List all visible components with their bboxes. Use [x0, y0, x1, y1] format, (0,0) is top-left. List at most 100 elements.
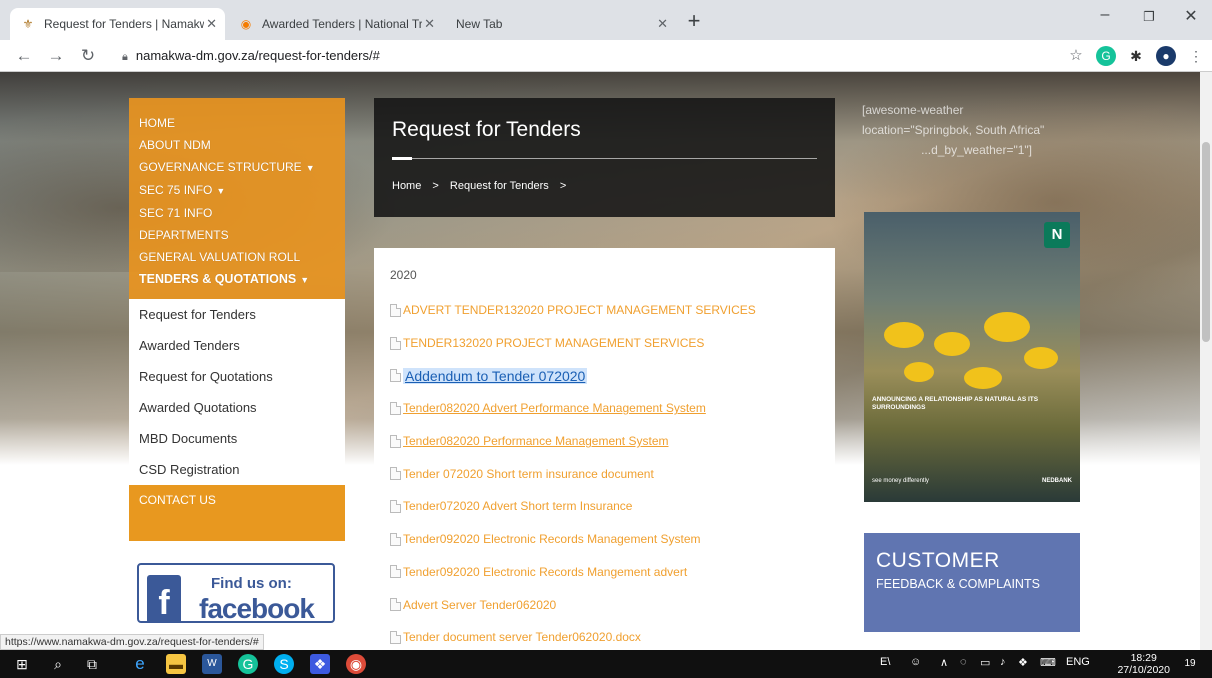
back-arrow-icon[interactable]: ← [12, 44, 36, 68]
edge-browser-icon[interactable]: e [130, 654, 150, 674]
file-document-icon [390, 303, 401, 317]
network-icon[interactable]: ◌ [960, 656, 967, 668]
lock-icon[interactable]: 🔒︎ [122, 51, 128, 63]
tab-new-tab[interactable]: New Tab ✕ [446, 8, 676, 40]
document-link-label[interactable]: Tender092020 Electronic Records Mangemen… [403, 565, 687, 579]
profile-avatar[interactable]: ● [1156, 46, 1176, 66]
dropbox-app-icon[interactable]: ❖ [310, 654, 330, 674]
volume-icon[interactable]: ♪ [1000, 656, 1006, 668]
header-divider [392, 158, 817, 159]
document-link[interactable]: Addendum to Tender 072020 [390, 359, 819, 392]
document-link[interactable]: Tender 072020 Short term insurance docum… [390, 457, 819, 490]
battery-icon[interactable]: ▭ [980, 656, 990, 669]
file-document-icon [390, 630, 401, 644]
file-document-icon [390, 369, 401, 383]
url-field[interactable]: 🔒︎ namakwa-dm.gov.za/request-for-tenders/… [112, 43, 1092, 69]
breadcrumb-separator: > [432, 180, 439, 192]
document-link-label[interactable]: ADVERT TENDER132020 PROJECT MANAGEMENT S… [403, 303, 756, 317]
document-link[interactable]: Tender072020 Advert Short term Insurance [390, 490, 819, 523]
word-app-icon[interactable]: W [202, 654, 222, 674]
weather-line: ...d_by_weather="1"] [921, 143, 1032, 157]
facebook-badge[interactable]: f Find us on: facebook [137, 563, 335, 623]
subnav-request-for-tenders[interactable]: Request for Tenders [129, 299, 345, 330]
dropbox-tray-icon[interactable]: ❖ [1018, 656, 1028, 669]
document-link-label[interactable]: Tender072020 Advert Short term Insurance [403, 499, 632, 513]
page-scrollbar[interactable] [1200, 72, 1212, 650]
maximize-button[interactable]: ❐ [1126, 9, 1172, 25]
year-heading: 2020 [390, 268, 417, 282]
breadcrumb-current[interactable]: Request for Tenders [450, 180, 549, 192]
keyboard-icon[interactable]: ⌨ [1040, 656, 1056, 669]
document-link[interactable]: TENDER132020 PROJECT MANAGEMENT SERVICES [390, 327, 819, 360]
document-link-label[interactable]: TENDER132020 PROJECT MANAGEMENT SERVICES [403, 336, 704, 350]
facebook-logo-icon: f [147, 575, 181, 621]
new-tab-button[interactable]: + [680, 8, 708, 36]
breadcrumb-home[interactable]: Home [392, 180, 421, 192]
flower-shape [964, 367, 1002, 389]
language-indicator[interactable]: ENG [1066, 656, 1090, 668]
nav-item-home[interactable]: HOME [129, 112, 345, 134]
document-link[interactable]: Advert Server Tender062020 [390, 588, 819, 621]
people-icon[interactable]: ☺ [910, 656, 921, 668]
document-link[interactable]: Tender document server Tender062020.docx [390, 621, 819, 650]
subnav-awarded-tenders[interactable]: Awarded Tenders [129, 330, 345, 361]
windows-start-icon[interactable]: ⊞ [12, 654, 32, 674]
grammarly-app-icon[interactable]: G [238, 654, 258, 674]
search-icon[interactable]: ⌕ [48, 654, 68, 674]
notifications-icon[interactable]: 19 [1180, 654, 1200, 674]
document-link-label[interactable]: Addendum to Tender 072020 [403, 367, 588, 384]
chrome-app-icon[interactable]: ◉ [346, 654, 366, 674]
browser-menu-icon[interactable]: ⋮ [1186, 46, 1206, 66]
task-view-icon[interactable]: ⧉ [82, 654, 102, 674]
nav-item-departments[interactable]: DEPARTMENTS [129, 224, 345, 246]
tab-awarded-tenders[interactable]: ◉ Awarded Tenders | National Treas ✕ [228, 8, 443, 40]
tab-request-for-tenders[interactable]: ⚜ Request for Tenders | Namakwa D ✕ [10, 8, 225, 40]
nav-item-sec-75-info[interactable]: SEC 75 INFO ▼ [129, 179, 345, 202]
grammarly-extension-icon[interactable]: G [1096, 46, 1116, 66]
bookmark-star-icon[interactable]: ☆ [1064, 44, 1088, 68]
scrollbar-thumb[interactable] [1202, 142, 1210, 342]
tray-chevron-icon[interactable]: ∧ [940, 656, 948, 669]
url-text: namakwa-dm.gov.za/request-for-tenders/# [135, 48, 380, 63]
document-link[interactable]: Tender082020 Performance Management Syst… [390, 425, 819, 458]
nav-item-tenders-quotations[interactable]: TENDERS & QUOTATIONS ▼ [129, 268, 345, 291]
reload-icon[interactable]: ↻ [76, 44, 100, 68]
subnav-awarded-quotations[interactable]: Awarded Quotations [129, 392, 345, 423]
nav-item-contact-us[interactable]: CONTACT US [129, 485, 345, 541]
tray-input-indicator[interactable]: E\ [880, 656, 890, 668]
customer-feedback-banner[interactable]: CUSTOMER FEEDBACK & COMPLAINTS [864, 533, 1080, 632]
file-explorer-icon[interactable]: ▬ [166, 654, 186, 674]
skype-app-icon[interactable]: S [274, 654, 294, 674]
tab-close-icon[interactable]: ✕ [424, 16, 435, 32]
status-bar-url: https://www.namakwa-dm.gov.za/request-fo… [0, 634, 264, 650]
document-link-label[interactable]: Tender082020 Advert Performance Manageme… [403, 401, 706, 415]
close-window-button[interactable]: ✕ [1168, 6, 1212, 26]
nedbank-advert[interactable]: N ANNOUNCING A RELATIONSHIP AS NATURAL A… [864, 212, 1080, 502]
nav-item-sec-71-info[interactable]: SEC 71 INFO [129, 202, 345, 224]
nav-item-general-valuation-roll[interactable]: GENERAL VALUATION ROLL [129, 246, 345, 268]
nav-primary: HOME ABOUT NDM GOVERNANCE STRUCTURE ▼ SEC… [129, 98, 345, 299]
forward-arrow-icon[interactable]: → [44, 44, 68, 68]
weather-line: location="Springbok, South Africa" [862, 123, 1045, 137]
document-link[interactable]: Tender082020 Advert Performance Manageme… [390, 392, 819, 425]
document-link-label[interactable]: Tender document server Tender062020.docx [403, 630, 641, 644]
tab-label: Awarded Tenders | National Treas [262, 17, 422, 31]
document-link[interactable]: Tender092020 Electronic Records Manageme… [390, 523, 819, 556]
subnav-csd-registration[interactable]: CSD Registration [129, 454, 345, 485]
document-link-label[interactable]: Tender092020 Electronic Records Manageme… [403, 532, 701, 546]
document-link-label[interactable]: Tender 072020 Short term insurance docum… [403, 467, 654, 481]
document-link-label[interactable]: Advert Server Tender062020 [403, 598, 556, 612]
document-link[interactable]: Tender092020 Electronic Records Mangemen… [390, 556, 819, 589]
subnav-request-for-quotations[interactable]: Request for Quotations [129, 361, 345, 392]
document-link[interactable]: ADVERT TENDER132020 PROJECT MANAGEMENT S… [390, 294, 819, 327]
subnav-mbd-documents[interactable]: MBD Documents [129, 423, 345, 454]
tab-close-icon[interactable]: ✕ [206, 16, 217, 32]
nav-item-about-ndm[interactable]: ABOUT NDM [129, 134, 345, 156]
minimize-button[interactable]: – [1082, 6, 1128, 24]
extensions-puzzle-icon[interactable]: ✱ [1126, 46, 1146, 66]
nav-item-governance-structure[interactable]: GOVERNANCE STRUCTURE ▼ [129, 156, 345, 179]
system-clock[interactable]: 18:29 27/10/2020 [1117, 652, 1170, 676]
document-link-label[interactable]: Tender082020 Performance Management Syst… [403, 434, 668, 448]
browser-toolbar: ← → ↻ 🔒︎ namakwa-dm.gov.za/request-for-te… [0, 40, 1212, 72]
tab-close-icon[interactable]: ✕ [657, 16, 668, 32]
